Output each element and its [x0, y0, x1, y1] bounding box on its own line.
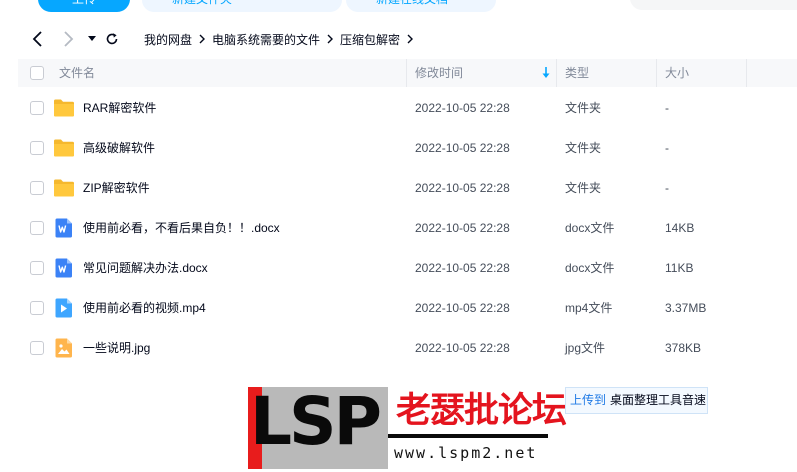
file-size: 11KB [665, 261, 694, 275]
breadcrumb-item-archive-decrypt[interactable]: 压缩包解密 [340, 31, 400, 48]
refresh-icon [106, 33, 118, 45]
file-modified: 2022-10-05 22:28 [415, 341, 510, 355]
top-toolbar: 上传 新建文件夹 新建在线文档 [0, 0, 797, 18]
breadcrumb: 我的网盘 电脑系统需要的文件 压缩包解密 [144, 30, 420, 48]
table-row[interactable]: 常见问题解决办法.docx 2022-10-05 22:28 docx文件 11… [18, 248, 797, 288]
file-size: 3.37MB [665, 301, 707, 315]
file-name[interactable]: 使用前必看的视频.mp4 [83, 288, 206, 328]
file-modified: 2022-10-05 22:28 [415, 301, 510, 315]
row-checkbox[interactable] [30, 221, 44, 235]
file-type: docx文件 [565, 221, 615, 235]
file-size: - [665, 141, 669, 155]
word-doc-icon [55, 218, 72, 238]
breadcrumb-more-icon[interactable] [407, 34, 414, 44]
file-type: jpg文件 [565, 341, 606, 355]
file-size: 14KB [665, 221, 695, 235]
new-folder-button[interactable]: 新建文件夹 [142, 0, 342, 12]
table-row[interactable]: 一些说明.jpg 2022-10-05 22:28 jpg文件 378KB [18, 328, 797, 368]
table-row[interactable]: RAR解密软件 2022-10-05 22:28 文件夹 - [18, 88, 797, 128]
breadcrumb-separator-icon [327, 34, 334, 44]
logo-url: www.lspm2.net [394, 444, 538, 462]
row-checkbox[interactable] [30, 341, 44, 355]
file-name[interactable]: ZIP解密软件 [83, 168, 150, 208]
column-header-size[interactable]: 大小 [665, 59, 689, 87]
column-divider [746, 59, 747, 87]
file-list: RAR解密软件 2022-10-05 22:28 文件夹 - 高级破解软件 20… [18, 88, 797, 368]
history-dropdown[interactable] [81, 28, 103, 50]
file-type: mp4文件 [565, 301, 613, 315]
file-type: 文件夹 [565, 181, 602, 195]
column-divider [656, 59, 657, 87]
file-size: - [665, 181, 669, 195]
file-name[interactable]: 使用前必看，不看后果自负！！.docx [83, 208, 280, 248]
breadcrumb-item-system-files[interactable]: 电脑系统需要的文件 [212, 31, 320, 48]
logo-divider [388, 434, 548, 438]
upload-button[interactable]: 上传 [38, 0, 130, 12]
file-name[interactable]: 高级破解软件 [83, 128, 155, 168]
breadcrumb-separator-icon [199, 34, 206, 44]
search-input[interactable] [630, 0, 797, 10]
table-row[interactable]: 使用前必看的视频.mp4 2022-10-05 22:28 mp4文件 3.37… [18, 288, 797, 328]
column-divider [406, 59, 407, 87]
new-online-doc-button[interactable]: 新建在线文档 [346, 0, 496, 12]
row-checkbox[interactable] [30, 181, 44, 195]
column-divider [556, 59, 557, 87]
file-type: 文件夹 [565, 101, 602, 115]
chevron-right-icon [64, 31, 74, 47]
sort-descending-icon[interactable] [542, 67, 550, 79]
logo-brand-text: LSP [250, 383, 382, 460]
table-row[interactable]: 使用前必看，不看后果自负！！.docx 2022-10-05 22:28 doc… [18, 208, 797, 248]
file-modified: 2022-10-05 22:28 [415, 181, 510, 195]
row-checkbox[interactable] [30, 261, 44, 275]
forward-button[interactable] [57, 28, 79, 50]
caret-down-icon [88, 36, 96, 41]
column-header-type[interactable]: 类型 [565, 59, 589, 87]
file-modified: 2022-10-05 22:28 [415, 221, 510, 235]
refresh-button[interactable] [101, 28, 123, 50]
file-size: - [665, 101, 669, 115]
file-modified: 2022-10-05 22:28 [415, 101, 510, 115]
file-modified: 2022-10-05 22:28 [415, 261, 510, 275]
column-header-name[interactable]: 文件名 [59, 59, 95, 87]
row-checkbox[interactable] [30, 141, 44, 155]
file-type: docx文件 [565, 261, 615, 275]
breadcrumb-item-my-drive[interactable]: 我的网盘 [144, 31, 192, 48]
logo-forum-name: 老瑟批论坛 [396, 391, 567, 431]
file-type: 文件夹 [565, 141, 602, 155]
file-name[interactable]: RAR解密软件 [83, 88, 156, 128]
file-name[interactable]: 一些说明.jpg [83, 328, 150, 368]
navigation-bar: 我的网盘 电脑系统需要的文件 压缩包解密 [0, 26, 797, 52]
file-name[interactable]: 常见问题解决办法.docx [83, 248, 208, 288]
word-doc-icon [55, 258, 72, 278]
table-row[interactable]: ZIP解密软件 2022-10-05 22:28 文件夹 - [18, 168, 797, 208]
table-row[interactable]: 高级破解软件 2022-10-05 22:28 文件夹 - [18, 128, 797, 168]
upload-destination: 桌面整理工具音速 [610, 393, 707, 407]
select-all-checkbox[interactable] [30, 66, 44, 80]
image-file-icon [55, 338, 72, 358]
folder-icon [54, 179, 74, 197]
folder-icon [54, 99, 74, 117]
row-checkbox[interactable] [30, 301, 44, 315]
watermark-logo: LSP 老瑟批论坛 www.lspm2.net [248, 383, 567, 469]
file-modified: 2022-10-05 22:28 [415, 141, 510, 155]
file-manager-page: 上传 新建文件夹 新建在线文档 我的网盘 电脑系统需要的文件 [0, 0, 797, 472]
row-checkbox[interactable] [30, 101, 44, 115]
file-size: 378KB [665, 341, 702, 355]
folder-icon [54, 139, 74, 157]
back-button[interactable] [27, 28, 49, 50]
logo-lsp-block: LSP [248, 383, 388, 469]
upload-destination-tip[interactable]: 上传到 桌面整理工具音速 [565, 387, 708, 414]
column-header-modified[interactable]: 修改时间 [415, 59, 463, 87]
upload-to-link[interactable]: 上传到 [570, 393, 606, 407]
file-table-header: 文件名 修改时间 类型 大小 [18, 59, 797, 87]
chevron-left-icon [32, 31, 42, 47]
video-file-icon [55, 298, 72, 318]
